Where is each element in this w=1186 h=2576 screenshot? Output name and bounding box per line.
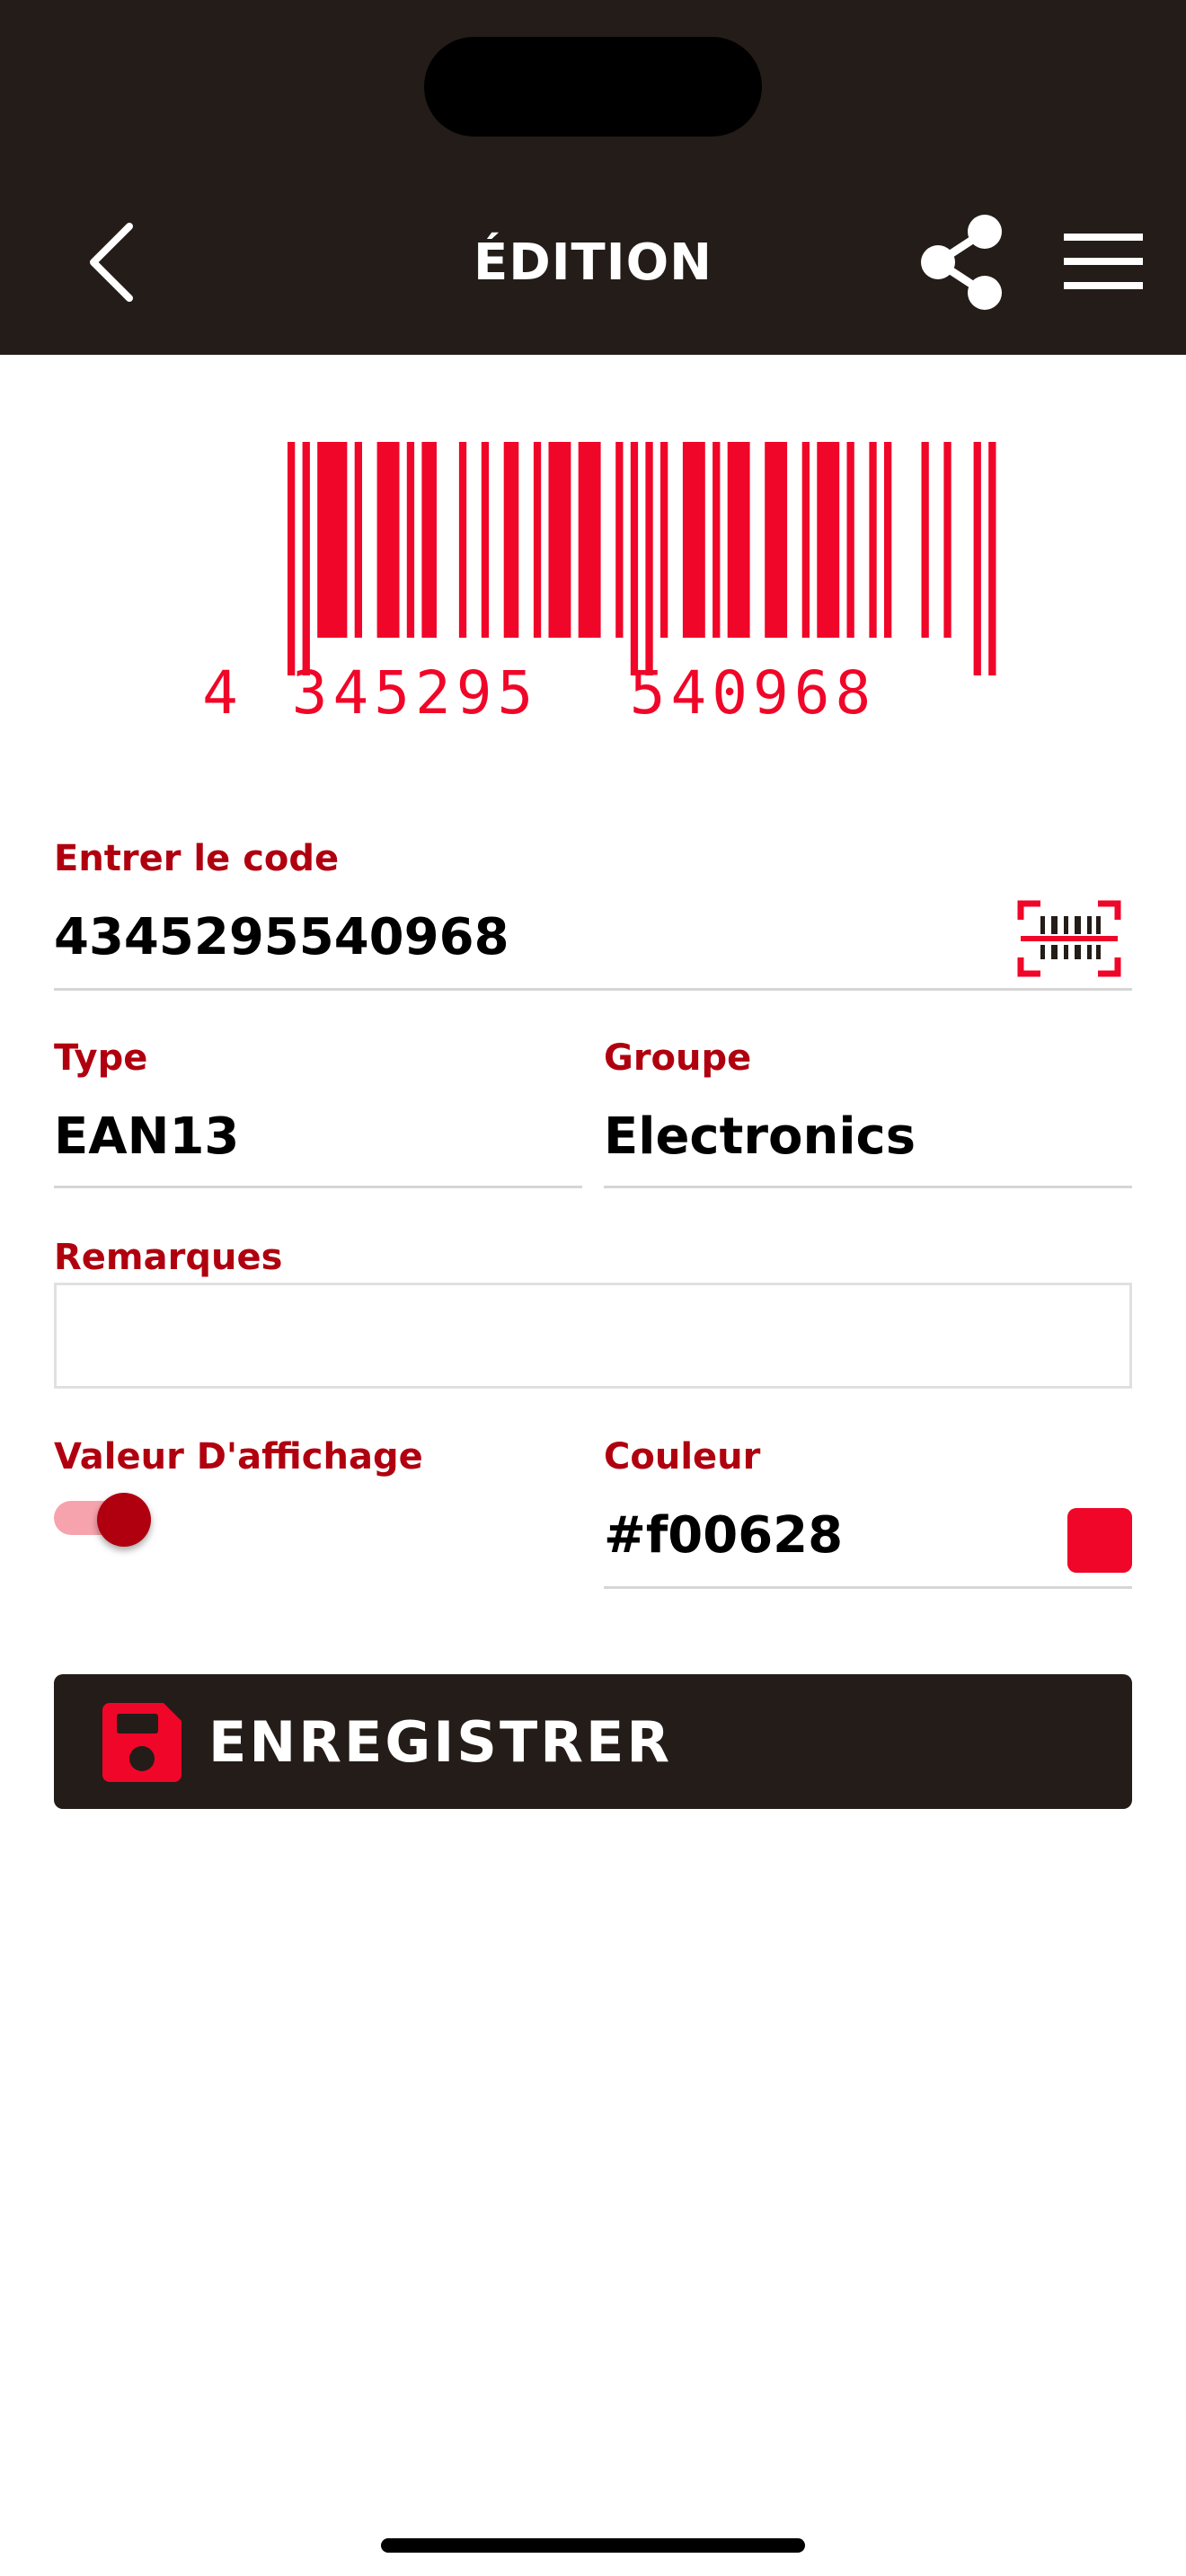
barcode-bar-9 — [503, 442, 519, 638]
barcode-scan-icon — [1017, 900, 1121, 977]
barcode-left-group: 345295 — [292, 658, 538, 728]
barcode-bar-14 — [630, 442, 639, 675]
home-indicator — [381, 2538, 805, 2553]
barcode-bar-18 — [712, 442, 721, 638]
barcode-bar-5 — [406, 442, 415, 638]
barcode-bar-21 — [801, 442, 810, 638]
remarks-input[interactable] — [54, 1283, 1132, 1389]
barcode-bar-16 — [660, 442, 668, 638]
barcode-bar-29 — [988, 442, 996, 675]
dynamic-island — [424, 37, 762, 137]
barcode-bar-24 — [869, 442, 877, 638]
barcode-preview: 4 345295 540968 — [189, 431, 997, 728]
barcode-bar-23 — [846, 442, 854, 638]
code-input[interactable]: 4345295540968 — [54, 905, 509, 970]
color-swatch[interactable] — [1067, 1508, 1132, 1573]
barcode-bar-4 — [376, 442, 400, 638]
barcode-bar-28 — [973, 442, 981, 675]
barcode-bar-27 — [943, 442, 951, 638]
floppy-disk-icon — [102, 1703, 181, 1782]
share-icon — [921, 215, 1002, 310]
barcode-bar-10 — [533, 442, 542, 638]
save-button-label: ENREGISTRER — [208, 1709, 673, 1775]
barcode-bar-15 — [645, 442, 653, 675]
share-button[interactable] — [916, 212, 1006, 313]
barcode-bar-17 — [682, 442, 705, 638]
barcode-right-group: 540968 — [630, 658, 876, 728]
barcode-bar-12 — [578, 442, 601, 638]
display-value-label: Valeur D'affichage — [54, 1436, 423, 1478]
barcode-bar-3 — [354, 442, 362, 638]
group-label: Groupe — [604, 1037, 752, 1079]
hamburger-menu-icon — [1064, 234, 1143, 289]
barcode-bar-1 — [302, 442, 310, 675]
color-underline — [604, 1586, 1132, 1589]
code-label: Entrer le code — [54, 838, 340, 879]
page-title: ÉDITION — [473, 234, 713, 292]
save-icon-wrap — [101, 1701, 183, 1784]
scan-button[interactable] — [1017, 900, 1121, 977]
barcode-bar-22 — [817, 442, 840, 638]
menu-button[interactable] — [1060, 232, 1145, 291]
barcode-bar-6 — [421, 442, 437, 638]
barcode-bar-0 — [288, 442, 296, 675]
barcode-bar-26 — [921, 442, 929, 638]
color-input[interactable]: #f00628 — [604, 1504, 843, 1568]
barcode-bar-19 — [727, 442, 750, 638]
type-label: Type — [54, 1037, 148, 1079]
barcode-bar-8 — [481, 442, 490, 638]
barcode-bar-13 — [615, 442, 624, 638]
barcode-bar-11 — [548, 442, 571, 638]
barcode-bar-7 — [458, 442, 467, 638]
color-label: Couleur — [604, 1436, 761, 1478]
code-underline — [54, 988, 1132, 991]
remarks-label: Remarques — [54, 1237, 283, 1278]
barcode-bar-20 — [765, 442, 788, 638]
group-underline — [604, 1186, 1132, 1188]
barcode-bar-25 — [884, 442, 892, 638]
barcode-left-digit: 4 — [202, 658, 238, 728]
type-underline — [54, 1186, 582, 1188]
type-select[interactable]: EAN13 — [54, 1105, 239, 1169]
barcode-bar-2 — [317, 442, 348, 638]
group-select[interactable]: Electronics — [604, 1105, 916, 1169]
toggle-knob[interactable] — [97, 1493, 151, 1547]
